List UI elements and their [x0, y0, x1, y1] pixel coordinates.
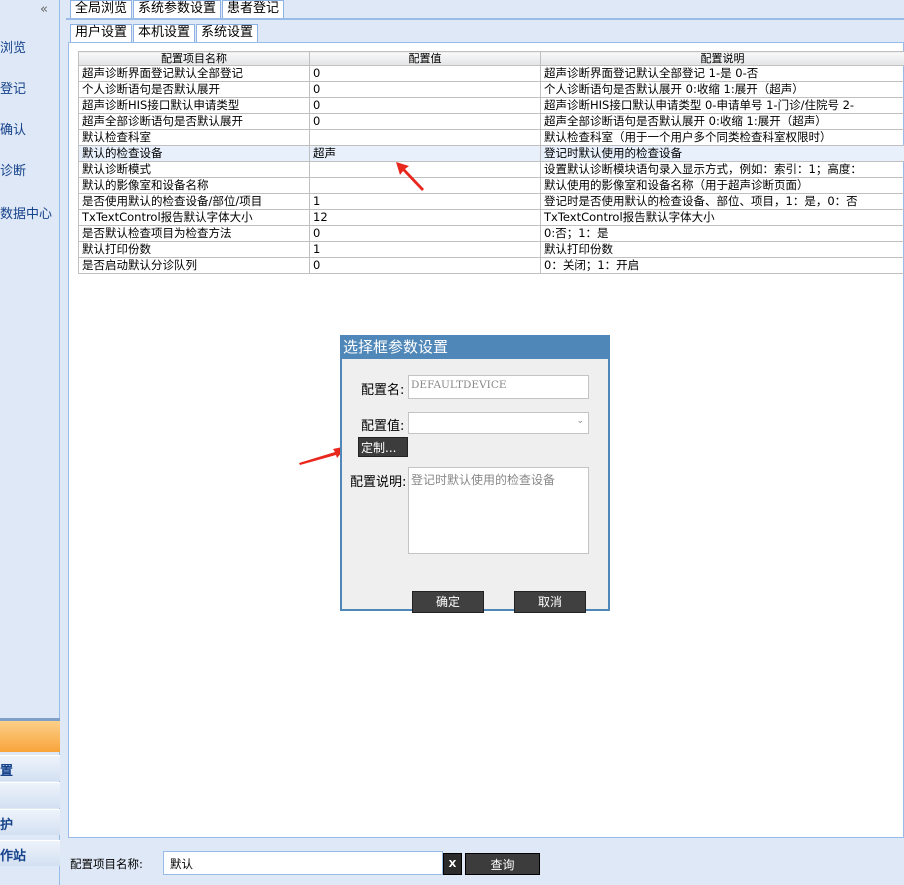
- custom-button[interactable]: 定制...: [358, 437, 408, 457]
- table-row[interactable]: 超声诊断HIS接口默认申请类型 0 超声诊断HIS接口默认申请类型 0-申请单号 1…: [78, 97, 904, 114]
- table-row[interactable]: TxTextControl报告默认字体大小 12 TxTextControl报告默认…: [78, 209, 904, 226]
- sidebar-item-register[interactable]: 登记: [0, 78, 26, 97]
- table-cell-value[interactable]: 0: [309, 113, 541, 130]
- chevron-down-icon[interactable]: ⌄: [576, 416, 584, 426]
- tab-patient-register[interactable]: 患者登记: [222, 0, 285, 18]
- sidebar: « 浏览 登记 确认 诊断 数据中心 置 护 作站: [0, 0, 60, 885]
- search-input[interactable]: 默认: [163, 851, 443, 875]
- table-cell-desc[interactable]: 超声诊断HIS接口默认申请类型 0-申请单号 1-门诊/住院号 2-: [540, 97, 904, 114]
- sidebar-active-section[interactable]: [0, 718, 60, 752]
- search-label: 配置项目名称:: [70, 857, 143, 871]
- table-cell-name[interactable]: 是否启动默认分诊队列: [78, 257, 310, 274]
- table-header-row: 配置项目名称 配置值 配置说明: [78, 51, 904, 66]
- config-name-field[interactable]: DEFAULTDEVICE: [408, 375, 589, 399]
- sidebar-item-diagnosis[interactable]: 诊断: [0, 160, 26, 179]
- tab-user-settings[interactable]: 用户设置: [70, 24, 133, 42]
- table-cell-value[interactable]: 超声: [309, 145, 541, 162]
- tab-divider: [66, 18, 904, 20]
- table-cell-desc[interactable]: 默认检查科室（用于一个用户多个同类检查科室权限时）: [540, 129, 904, 146]
- sidebar-section-workstation[interactable]: 作站: [0, 840, 60, 866]
- tab-system-params[interactable]: 系统参数设置: [133, 0, 222, 18]
- table-cell-desc[interactable]: 个人诊断语句是否默认展开 0:收缩 1:展开（超声）: [540, 81, 904, 98]
- sidebar-item-confirm[interactable]: 确认: [0, 119, 26, 138]
- config-desc-label: 配置说明:: [350, 475, 407, 490]
- config-name-label: 配置名:: [361, 383, 405, 398]
- ok-button[interactable]: 确定: [412, 591, 484, 613]
- table-cell-desc[interactable]: 默认打印份数: [540, 241, 904, 258]
- column-header-desc[interactable]: 配置说明: [540, 51, 904, 66]
- table-cell-desc[interactable]: 超声诊断界面登记默认全部登记 1-是 0-否: [540, 65, 904, 82]
- table-cell-value[interactable]: 0: [309, 81, 541, 98]
- table-row[interactable]: 是否默认检查项目为检查方法 0 0:否；1：是: [78, 225, 904, 242]
- column-header-value[interactable]: 配置值: [309, 51, 541, 66]
- table-cell-name[interactable]: 超声诊断界面登记默认全部登记: [78, 65, 310, 82]
- table-cell-desc[interactable]: 登记时默认使用的检查设备: [540, 145, 904, 162]
- table-cell-desc[interactable]: 默认使用的影像室和设备名称（用于超声诊断页面）: [540, 177, 904, 194]
- sidebar-collapse-icon[interactable]: «: [40, 2, 48, 17]
- table-cell-desc[interactable]: 设置默认诊断模块语句录入显示方式，例如：索引：1；高度：: [540, 161, 904, 178]
- table-cell-value[interactable]: 0: [309, 257, 541, 274]
- table-cell-name[interactable]: 超声全部诊断语句是否默认展开: [78, 113, 310, 130]
- tab-local-settings[interactable]: 本机设置: [133, 24, 196, 42]
- table-body: 超声诊断界面登记默认全部登记 0 超声诊断界面登记默认全部登记 1-是 0-否 个人诊…: [78, 65, 904, 274]
- table-row[interactable]: 默认的检查设备 超声 登记时默认使用的检查设备: [78, 145, 904, 162]
- sub-tab-bar: 用户设置 本机设置 系统设置: [70, 24, 259, 42]
- table-row[interactable]: 超声全部诊断语句是否默认展开 0 超声全部诊断语句是否默认展开 0:收缩 1:展开（…: [78, 113, 904, 130]
- sidebar-section-settings[interactable]: 置: [0, 755, 60, 781]
- table-cell-desc[interactable]: 0:否；1：是: [540, 225, 904, 242]
- table-row[interactable]: 是否使用默认的检查设备/部位/项目 1 登记时是否使用默认的检查设备、部位、项目，1…: [78, 193, 904, 210]
- table-cell-value[interactable]: 0: [309, 65, 541, 82]
- table-cell-name[interactable]: 超声诊断HIS接口默认申请类型: [78, 97, 310, 114]
- config-value-select[interactable]: ⌄: [408, 412, 589, 434]
- dialog-title[interactable]: 选择框参数设置: [342, 337, 608, 359]
- table-cell-name[interactable]: 是否使用默认的检查设备/部位/项目: [78, 193, 310, 210]
- clear-button[interactable]: X: [443, 853, 462, 875]
- table-cell-name[interactable]: 默认的影像室和设备名称: [78, 177, 310, 194]
- table-cell-name[interactable]: 默认检查科室: [78, 129, 310, 146]
- sidebar-section-maintain[interactable]: 护: [0, 809, 60, 835]
- table-row[interactable]: 是否启动默认分诊队列 0 0：关闭；1：开启: [78, 257, 904, 274]
- column-header-name[interactable]: 配置项目名称: [78, 51, 310, 66]
- table-cell-value[interactable]: 1: [309, 241, 541, 258]
- table-cell-desc[interactable]: 0：关闭；1：开启: [540, 257, 904, 274]
- table-cell-name[interactable]: 默认的检查设备: [78, 145, 310, 162]
- table-cell-desc[interactable]: 超声全部诊断语句是否默认展开 0:收缩 1:展开（超声）: [540, 113, 904, 130]
- tab-global-browse[interactable]: 全局浏览: [70, 0, 133, 18]
- sidebar-item-data-center[interactable]: 数据中心: [0, 203, 52, 222]
- table-row[interactable]: 个人诊断语句是否默认展开 0 个人诊断语句是否默认展开 0:收缩 1:展开（超声）: [78, 81, 904, 98]
- table-cell-name[interactable]: 默认打印份数: [78, 241, 310, 258]
- cancel-button[interactable]: 取消: [514, 591, 586, 613]
- table-cell-value[interactable]: [309, 129, 541, 146]
- table-cell-name[interactable]: 个人诊断语句是否默认展开: [78, 81, 310, 98]
- sidebar-section-blank[interactable]: [0, 782, 60, 808]
- table-cell-desc[interactable]: TxTextControl报告默认字体大小: [540, 209, 904, 226]
- table-row[interactable]: 默认诊断模式 设置默认诊断模块语句录入显示方式，例如：索引：1；高度：: [78, 161, 904, 178]
- annotation-arrow-icon: [396, 162, 424, 191]
- config-table: 配置项目名称 配置值 配置说明 超声诊断界面登记默认全部登记 0 超声诊断界面登记默…: [78, 51, 904, 274]
- sidebar-item-browse[interactable]: 浏览: [0, 37, 26, 56]
- table-cell-name[interactable]: TxTextControl报告默认字体大小: [78, 209, 310, 226]
- query-button[interactable]: 查询: [465, 853, 540, 875]
- table-row[interactable]: 默认打印份数 1 默认打印份数: [78, 241, 904, 258]
- table-cell-name[interactable]: 默认诊断模式: [78, 161, 310, 178]
- table-cell-value[interactable]: 0: [309, 225, 541, 242]
- top-tab-bar: 全局浏览 系统参数设置 患者登记: [70, 0, 285, 18]
- tab-system-settings[interactable]: 系统设置: [196, 24, 259, 42]
- param-dialog: 选择框参数设置 配置名: DEFAULTDEVICE 配置值: ⌄ 定制... …: [340, 335, 610, 613]
- config-value-label: 配置值:: [361, 419, 405, 434]
- table-cell-value[interactable]: 12: [309, 209, 541, 226]
- config-desc-field[interactable]: 登记时默认使用的检查设备: [408, 467, 589, 554]
- table-cell-desc[interactable]: 登记时是否使用默认的检查设备、部位、项目，1：是，0：否: [540, 193, 904, 210]
- table-row[interactable]: 默认的影像室和设备名称 默认使用的影像室和设备名称（用于超声诊断页面）: [78, 177, 904, 194]
- dialog-body: 配置名: DEFAULTDEVICE 配置值: ⌄ 定制... 配置说明: 登记…: [342, 359, 608, 613]
- table-row[interactable]: 超声诊断界面登记默认全部登记 0 超声诊断界面登记默认全部登记 1-是 0-否: [78, 65, 904, 82]
- table-row[interactable]: 默认检查科室 默认检查科室（用于一个用户多个同类检查科室权限时）: [78, 129, 904, 146]
- table-cell-value[interactable]: 0: [309, 97, 541, 114]
- table-cell-name[interactable]: 是否默认检查项目为检查方法: [78, 225, 310, 242]
- table-cell-value[interactable]: 1: [309, 193, 541, 210]
